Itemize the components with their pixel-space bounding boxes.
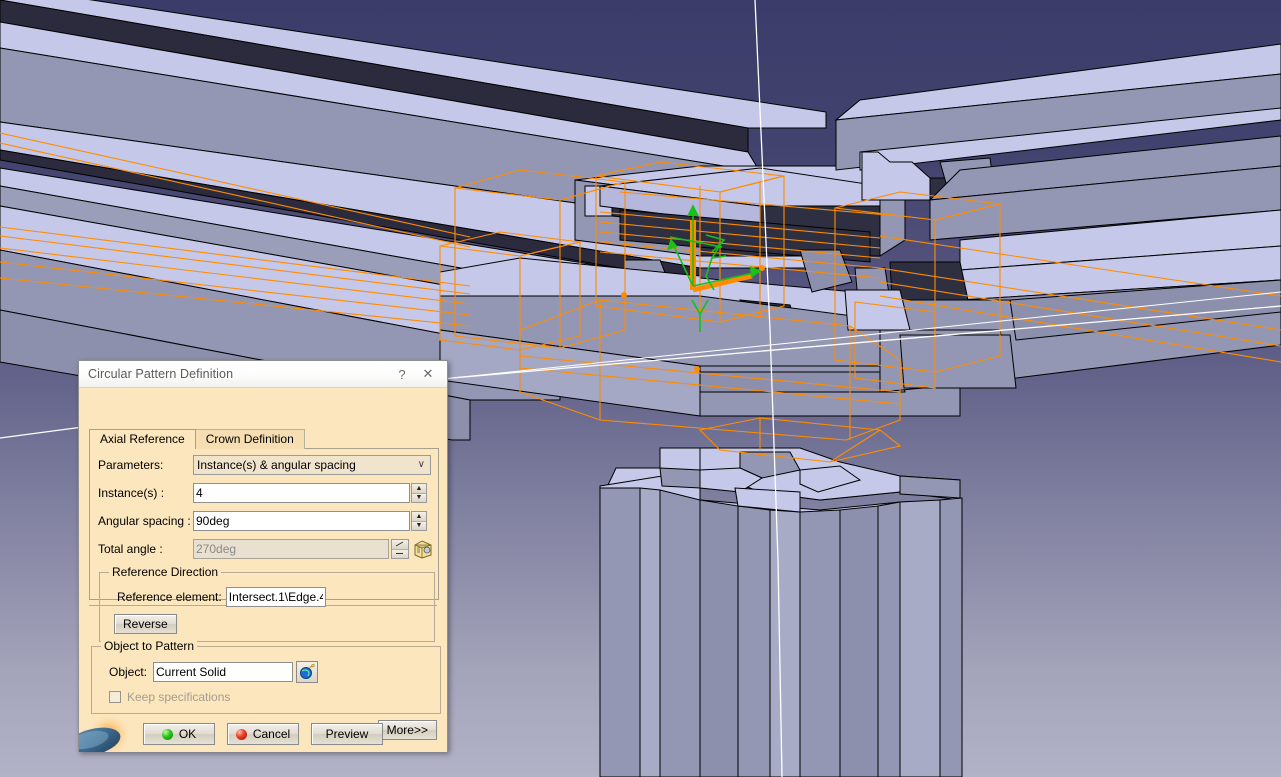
object-label: Object:: [109, 665, 147, 679]
angular-spacing-stepper[interactable]: ▲ ▼: [411, 511, 427, 531]
instances-label: Instance(s) :: [98, 486, 193, 500]
total-angle-formula-stepper[interactable]: [391, 539, 409, 559]
ok-button[interactable]: OK: [143, 723, 215, 745]
object-picker-icon[interactable]: [296, 661, 318, 683]
reference-direction-legend: Reference Direction: [109, 565, 221, 579]
keep-specifications-row[interactable]: Keep specifications: [109, 690, 431, 704]
tab-strip[interactable]: Axial Reference Crown Definition: [89, 430, 439, 448]
keep-specifications-label: Keep specifications: [127, 690, 230, 704]
ok-green-sphere-icon: [162, 729, 173, 740]
dialog-title: Circular Pattern Definition: [88, 367, 389, 381]
instances-stepper-down[interactable]: ▼: [412, 494, 426, 503]
object-input[interactable]: [153, 662, 293, 682]
angular-spacing-stepper-up[interactable]: ▲: [412, 512, 426, 522]
keep-specifications-checkbox[interactable]: [109, 691, 121, 703]
reference-direction-group: Reference Direction Reference element: R…: [99, 572, 435, 642]
catia-application-window: Circular Pattern Definition ? ✕: [0, 0, 1281, 777]
total-angle-label: Total angle :: [98, 542, 193, 556]
cancel-button-label: Cancel: [253, 727, 290, 741]
reference-element-label: Reference element:: [117, 590, 222, 604]
cancel-red-sphere-icon: [236, 729, 247, 740]
ok-button-label: OK: [179, 727, 196, 741]
angular-spacing-input[interactable]: [193, 511, 410, 531]
instances-input[interactable]: [193, 483, 410, 503]
close-icon[interactable]: ✕: [415, 363, 441, 385]
total-angle-input: [193, 539, 389, 559]
cancel-button[interactable]: Cancel: [227, 723, 299, 745]
circular-pattern-definition-dialog[interactable]: Circular Pattern Definition ? ✕: [78, 360, 448, 752]
formula-stepper-up[interactable]: [392, 540, 408, 550]
instances-stepper[interactable]: ▲ ▼: [411, 483, 427, 503]
parameters-combo-wrap[interactable]: Instance(s) & angular spacing ∨: [193, 455, 431, 475]
parameters-row: Parameters: Instance(s) & angular spacin…: [98, 453, 438, 477]
total-angle-row: Total angle :: [98, 537, 438, 561]
tab-axial-reference[interactable]: Axial Reference: [89, 429, 196, 449]
solid-box-icon[interactable]: [412, 538, 434, 560]
dialog-body: Axial Reference Crown Definition Paramet…: [79, 388, 447, 752]
instances-row: Instance(s) : ▲ ▼: [98, 481, 438, 505]
object-to-pattern-legend: Object to Pattern: [101, 639, 197, 653]
tab-crown-definition[interactable]: Crown Definition: [195, 429, 305, 449]
formula-stepper-down[interactable]: [392, 550, 408, 559]
object-to-pattern-group: Object to Pattern Object:: [91, 646, 441, 714]
parameters-label: Parameters:: [98, 458, 193, 472]
help-button[interactable]: ?: [389, 363, 415, 385]
angular-spacing-label: Angular spacing :: [98, 514, 193, 528]
reverse-button[interactable]: Reverse: [114, 614, 177, 634]
instances-stepper-up[interactable]: ▲: [412, 484, 426, 494]
dialog-footer: OK Cancel Preview: [79, 723, 447, 745]
reference-element-input[interactable]: [226, 587, 326, 607]
dialog-title-bar[interactable]: Circular Pattern Definition ? ✕: [79, 361, 447, 388]
angular-spacing-row: Angular spacing : ▲ ▼: [98, 509, 438, 533]
preview-button[interactable]: Preview: [311, 723, 383, 745]
angular-spacing-stepper-down[interactable]: ▼: [412, 522, 426, 531]
parameters-select[interactable]: Instance(s) & angular spacing: [193, 455, 431, 475]
